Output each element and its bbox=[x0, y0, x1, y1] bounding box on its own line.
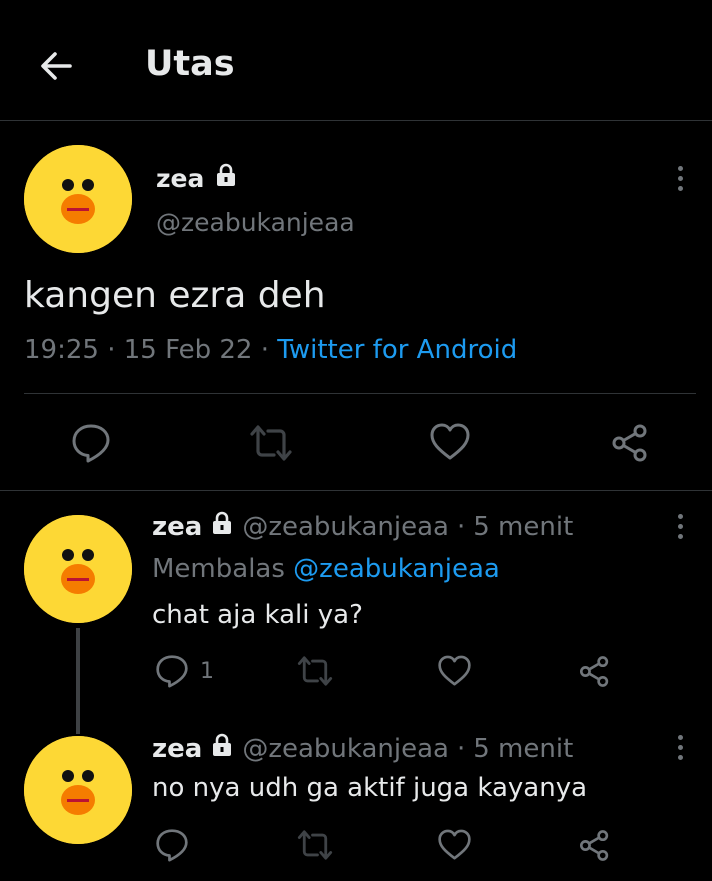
tweet-text: no nya udh ga aktif juga kayanya bbox=[152, 773, 588, 803]
retweet-icon bbox=[248, 425, 294, 461]
retweet-button[interactable] bbox=[248, 425, 294, 461]
avatar[interactable] bbox=[24, 736, 132, 844]
reply-button[interactable]: 1 bbox=[156, 654, 214, 688]
like-icon bbox=[438, 655, 471, 687]
retweet-button[interactable] bbox=[296, 656, 334, 686]
divider bbox=[24, 393, 696, 394]
reply-header: zea @zeabukanjeaa · 5 menit bbox=[152, 511, 573, 542]
like-icon bbox=[430, 423, 470, 461]
tweet-age: 5 menit bbox=[473, 511, 574, 542]
author-handle[interactable]: @zeabukanjeaa bbox=[242, 512, 449, 542]
tweet-date: 15 Feb 22 bbox=[123, 335, 253, 365]
share-icon bbox=[578, 829, 611, 862]
lock-icon bbox=[210, 511, 234, 542]
author-name-row: zea bbox=[156, 163, 238, 193]
lock-icon bbox=[210, 733, 234, 764]
retweet-icon bbox=[296, 830, 334, 860]
thread-connector-line bbox=[76, 628, 80, 734]
separator-dot: · bbox=[260, 335, 269, 365]
reply-button[interactable] bbox=[156, 828, 188, 862]
like-icon bbox=[438, 829, 471, 861]
retweet-button[interactable] bbox=[296, 830, 334, 860]
tweet-metadata: 19:25 · 15 Feb 22 · Twitter for Android bbox=[24, 335, 517, 365]
reply-button[interactable] bbox=[72, 423, 110, 463]
more-icon[interactable] bbox=[674, 166, 686, 196]
reply-icon bbox=[156, 828, 188, 862]
tweet-action-bar bbox=[0, 405, 712, 480]
author-name[interactable]: zea bbox=[156, 164, 204, 193]
like-button[interactable] bbox=[430, 423, 470, 461]
tweet-age: 5 menit bbox=[473, 733, 574, 764]
reply-header: zea @zeabukanjeaa · 5 menit bbox=[152, 733, 573, 764]
like-button[interactable] bbox=[438, 829, 471, 861]
page-title: Utas bbox=[145, 44, 235, 84]
top-bar: Utas bbox=[0, 0, 712, 121]
author-name[interactable]: zea bbox=[152, 734, 202, 764]
tweet-source-link[interactable]: Twitter for Android bbox=[277, 335, 517, 365]
tweet-text: kangen ezra deh bbox=[24, 275, 326, 316]
more-icon[interactable] bbox=[674, 735, 686, 765]
author-handle[interactable]: @zeabukanjeaa bbox=[156, 208, 355, 237]
lock-icon bbox=[214, 163, 238, 193]
author-name[interactable]: zea bbox=[152, 512, 202, 542]
like-button[interactable] bbox=[438, 655, 471, 687]
reply-icon bbox=[72, 423, 110, 463]
reply-icon bbox=[156, 654, 188, 688]
share-icon bbox=[578, 655, 611, 688]
separator-dot: · bbox=[456, 511, 466, 542]
tweet-text: chat aja kali ya? bbox=[152, 600, 363, 630]
more-icon[interactable] bbox=[674, 514, 686, 544]
share-button[interactable] bbox=[578, 655, 611, 688]
share-button[interactable] bbox=[610, 423, 650, 463]
separator-dot: · bbox=[107, 335, 116, 365]
share-icon bbox=[610, 423, 650, 463]
share-button[interactable] bbox=[578, 829, 611, 862]
tweet-time: 19:25 bbox=[24, 335, 99, 365]
replying-to-line: Membalas @zeabukanjeaa bbox=[152, 554, 500, 584]
divider bbox=[0, 490, 712, 491]
replying-to-label: Membalas bbox=[152, 554, 285, 584]
replying-to-handle[interactable]: @zeabukanjeaa bbox=[293, 554, 500, 584]
avatar[interactable] bbox=[24, 145, 132, 253]
avatar[interactable] bbox=[24, 515, 132, 623]
author-handle[interactable]: @zeabukanjeaa bbox=[242, 734, 449, 764]
reply-count: 1 bbox=[200, 658, 214, 684]
retweet-icon bbox=[296, 656, 334, 686]
back-arrow-icon[interactable] bbox=[36, 46, 76, 86]
separator-dot: · bbox=[456, 733, 466, 764]
